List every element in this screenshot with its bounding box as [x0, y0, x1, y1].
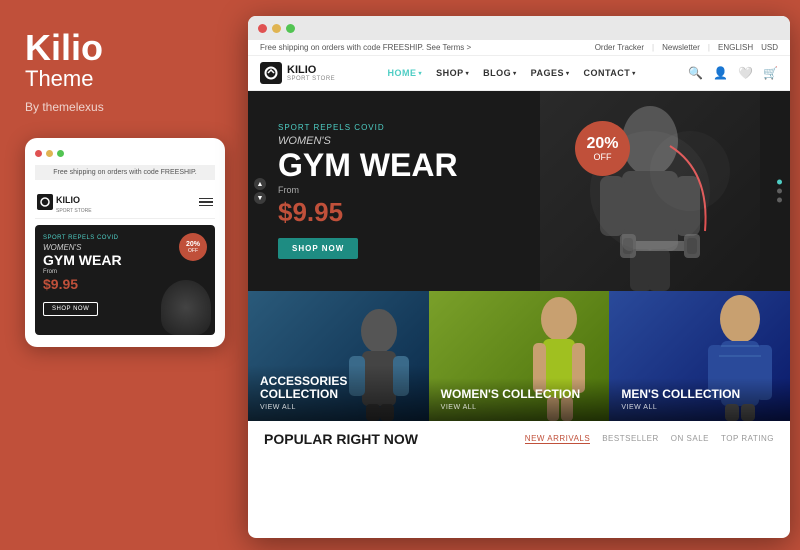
collection-overlay-2: WOMEN'S COLLECTION VIEW ALL — [429, 378, 610, 421]
collection-overlay-1: ACCESSORIES COLLECTION VIEW ALL — [248, 365, 429, 421]
mobile-logo: KILIO SPORT STORE — [37, 190, 92, 214]
desktop-title-bar — [248, 16, 790, 40]
mobile-logo-name: KILIO — [56, 195, 80, 205]
hero-from-label: From — [278, 185, 458, 195]
topbar-currency[interactable]: USD — [761, 43, 778, 52]
store-logo-icon — [260, 62, 282, 84]
collection-view-women[interactable]: VIEW ALL — [441, 404, 598, 411]
hero-nav-up[interactable]: ▲ — [254, 178, 266, 190]
mobile-badge-pct: 20% — [186, 241, 200, 248]
hero-price: $9.95 — [278, 197, 458, 228]
mobile-banner: Free shipping on orders with code FREESH… — [35, 165, 215, 180]
hero-slide-dots — [777, 180, 782, 203]
hero-nav: ▲ ▼ — [254, 178, 266, 204]
blog-caret: ▾ — [513, 70, 517, 77]
hero-eyebrow: SPORT REPELS COVID — [278, 123, 458, 132]
store-logo: KILIO SPORT STORE — [260, 62, 335, 84]
topbar-right: Order Tracker | Newsletter | ENGLISH USD — [595, 43, 778, 52]
tab-new-arrivals[interactable]: NEW ARRIVALS — [525, 434, 590, 444]
left-panel: Kilio Theme By themelexus Free shipping … — [0, 0, 240, 550]
contact-caret: ▾ — [632, 70, 636, 77]
titlebar-dot-green — [286, 24, 295, 33]
store-nav: KILIO SPORT STORE HOME ▾ SHOP ▾ BLOG ▾ P… — [248, 56, 790, 91]
mobile-logo-tagline: SPORT STORE — [56, 208, 92, 214]
brand-author: By themelexus — [25, 100, 215, 114]
pages-caret: ▾ — [566, 70, 570, 77]
mobile-header: KILIO SPORT STORE — [35, 186, 215, 219]
store-topbar: Free shipping on orders with code FREESH… — [248, 40, 790, 56]
desktop-mockup: Free shipping on orders with code FREESH… — [248, 16, 790, 538]
mobile-shop-now-button[interactable]: SHOP NOW — [43, 302, 98, 316]
collections-row: ACCESSORIES COLLECTION VIEW ALL WOMEN'S … — [248, 291, 790, 421]
cart-icon[interactable]: 🛒 — [763, 66, 778, 80]
brand-name: Kilio — [25, 30, 215, 66]
mobile-dot-green — [57, 150, 64, 157]
mobile-mockup: Free shipping on orders with code FREESH… — [25, 138, 225, 347]
popular-title: POPULAR RIGHT NOW — [264, 431, 418, 447]
brand-subtitle: Theme — [25, 66, 215, 92]
hero-title-gym: GYM WEAR — [278, 149, 458, 181]
mobile-hero-badge: 20% OFF — [179, 233, 207, 261]
topbar-language[interactable]: ENGLISH — [718, 43, 753, 52]
tab-on-sale[interactable]: ON SALE — [671, 434, 709, 444]
slide-dot-3[interactable] — [777, 198, 782, 203]
collection-title-men: MEN'S COLLECTION — [621, 388, 778, 401]
hero-badge-pct: 20% — [586, 136, 618, 152]
mobile-dot-red — [35, 150, 42, 157]
slide-dot-2[interactable] — [777, 189, 782, 194]
store-logo-name: KILIO — [287, 65, 335, 76]
collection-title-women: WOMEN'S COLLECTION — [441, 388, 598, 401]
hamburger-icon[interactable] — [199, 198, 213, 207]
dumbbell-image — [620, 226, 700, 271]
store-logo-text: KILIO SPORT STORE — [287, 65, 335, 82]
tab-top-rating[interactable]: TOP RATING — [721, 434, 774, 444]
nav-item-pages[interactable]: PAGES ▾ — [531, 68, 570, 78]
titlebar-dot-red — [258, 24, 267, 33]
mobile-logo-text-wrap: KILIO SPORT STORE — [56, 190, 92, 214]
store-logo-tagline: SPORT STORE — [287, 76, 335, 82]
topbar-order-tracker[interactable]: Order Tracker — [595, 43, 644, 52]
titlebar-dot-yellow — [272, 24, 281, 33]
collection-women[interactable]: WOMEN'S COLLECTION VIEW ALL — [429, 291, 610, 421]
collection-title-accessories: ACCESSORIES COLLECTION — [260, 375, 417, 401]
hero-badge-off: OFF — [594, 152, 612, 162]
collection-overlay-3: MEN'S COLLECTION VIEW ALL — [609, 378, 790, 421]
popular-section: POPULAR RIGHT NOW NEW ARRIVALS BESTSELLE… — [248, 421, 790, 453]
nav-item-home[interactable]: HOME ▾ — [388, 68, 423, 78]
search-icon[interactable]: 🔍 — [688, 66, 703, 80]
hero-content: SPORT REPELS COVID WOMEN'S GYM WEAR From… — [248, 123, 488, 259]
home-caret: ▾ — [419, 70, 423, 77]
collection-men[interactable]: MEN'S COLLECTION VIEW ALL — [609, 291, 790, 421]
mobile-hero: 20% OFF SPORT REPELS COVID WOMEN'S GYM W… — [35, 225, 215, 335]
hero-title-women: WOMEN'S — [278, 135, 458, 147]
tab-bestseller[interactable]: BESTSELLER — [602, 434, 659, 444]
hero-section: ▲ ▼ SPORT REPELS COVID WOMEN'S GYM WEAR … — [248, 91, 790, 291]
mobile-hero-from: From — [43, 269, 207, 275]
mobile-badge-off: OFF — [188, 248, 198, 254]
nav-item-blog[interactable]: BLOG ▾ — [483, 68, 517, 78]
topbar-newsletter[interactable]: Newsletter — [662, 43, 700, 52]
mobile-logo-icon — [37, 194, 53, 210]
topbar-free-shipping: Free shipping on orders with code FREESH… — [260, 43, 471, 52]
nav-item-shop[interactable]: SHOP ▾ — [436, 68, 469, 78]
hero-nav-down[interactable]: ▼ — [254, 192, 266, 204]
store-header-icons: 🔍 👤 🤍 🛒 — [688, 66, 778, 80]
mobile-hero-image — [161, 280, 211, 335]
collection-accessories[interactable]: ACCESSORIES COLLECTION VIEW ALL — [248, 291, 429, 421]
popular-tabs: NEW ARRIVALS BESTSELLER ON SALE TOP RATI… — [525, 434, 774, 444]
hero-shop-now-button[interactable]: SHOP NOW — [278, 238, 358, 259]
hero-badge: 20% OFF — [575, 121, 630, 176]
collection-view-accessories[interactable]: VIEW ALL — [260, 404, 417, 411]
shop-caret: ▾ — [466, 70, 470, 77]
collection-view-men[interactable]: VIEW ALL — [621, 404, 778, 411]
slide-dot-1[interactable] — [777, 180, 782, 185]
hero-circle-deco2 — [650, 131, 730, 211]
account-icon[interactable]: 👤 — [713, 66, 728, 80]
nav-item-contact[interactable]: CONTACT ▾ — [583, 68, 635, 78]
store-menu: HOME ▾ SHOP ▾ BLOG ▾ PAGES ▾ CONTACT ▾ — [388, 68, 636, 78]
wishlist-icon[interactable]: 🤍 — [738, 66, 753, 80]
mobile-dot-yellow — [46, 150, 53, 157]
mobile-title-bar — [35, 150, 215, 157]
